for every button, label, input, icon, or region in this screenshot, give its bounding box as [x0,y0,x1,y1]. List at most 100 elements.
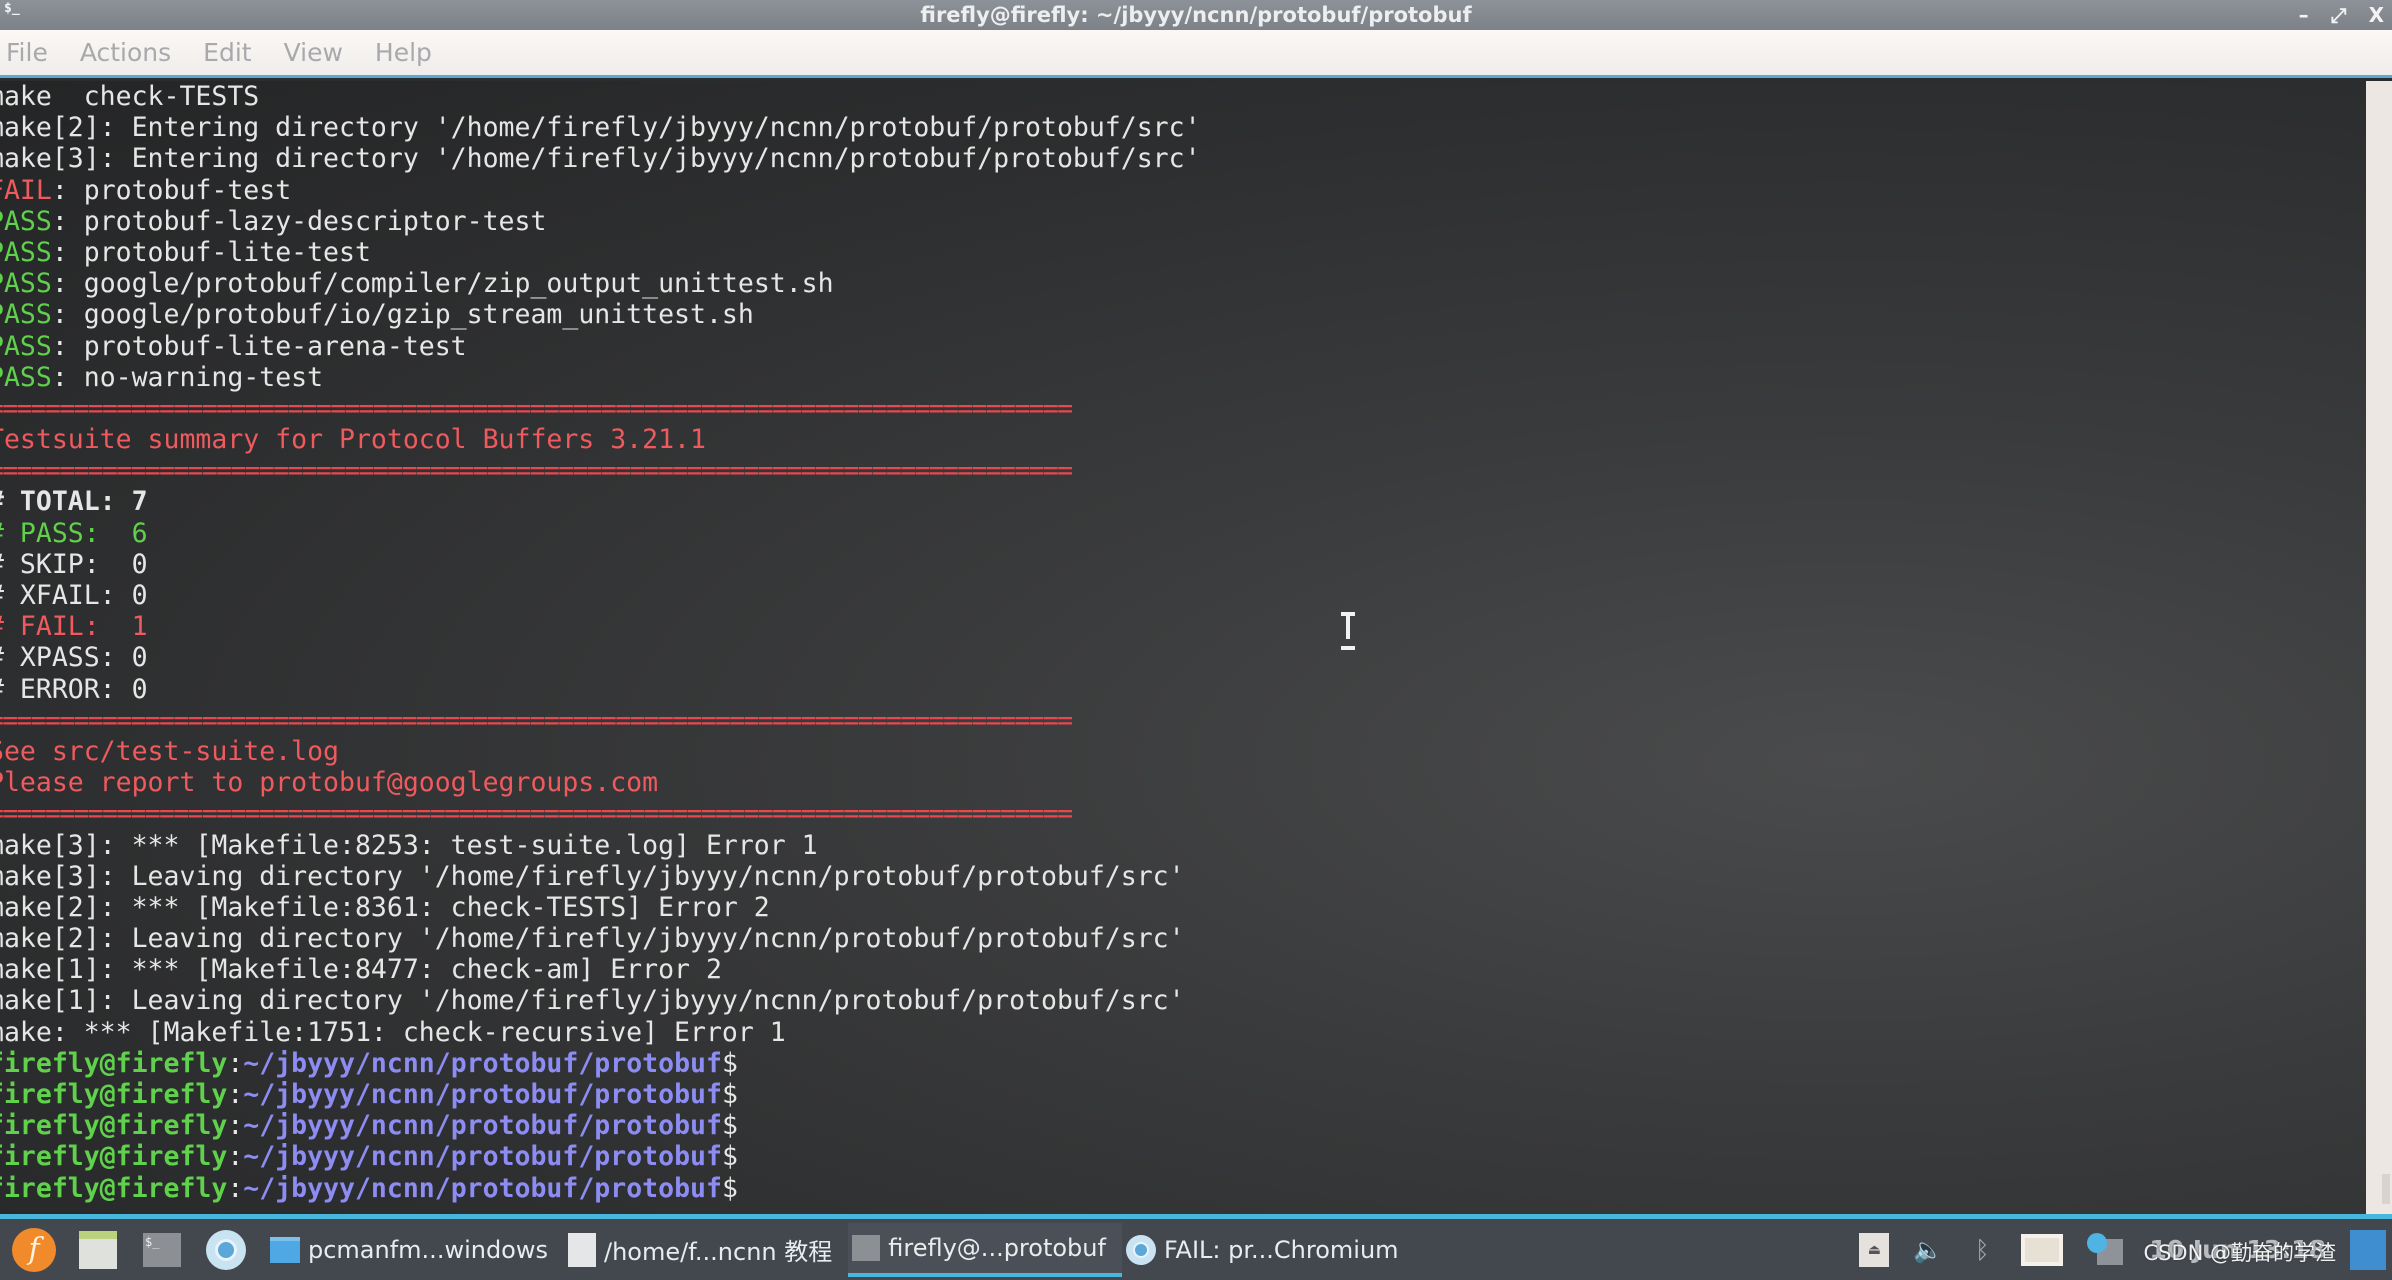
terminal-line: make[2]: Entering directory '/home/firef… [0,112,2366,143]
minimize-button[interactable]: – [2299,3,2309,27]
terminal-text: $ [721,1079,738,1110]
terminal-text: : no-warning-test [51,361,324,393]
terminal-text: : protobuf-lazy-descriptor-test [51,205,547,237]
task-pcmanfm[interactable]: pcmanfm...windows [266,1223,564,1277]
terminal-text: : google/protobuf/compiler/zip_output_un… [51,268,834,300]
terminal-text: : google/protobuf/io/gzip_stream_unittes… [51,299,754,331]
terminal-line: firefly@firefly:~/jbyyy/ncnn/protobuf/pr… [0,1173,2366,1204]
file-manager-icon [79,1230,117,1269]
terminal-text: # ERROR: 0 [0,673,148,705]
task-label: FAIL: pr...Chromium [1163,1235,1399,1264]
terminal-line: # FAIL: 1 [0,611,2366,642]
terminal-line: make[3]: Leaving directory '/home/firefl… [0,861,2366,892]
terminal-line: make: *** [Makefile:1751: check-recursiv… [0,1017,2366,1048]
terminal-text: FAIL [0,174,52,206]
terminal-output[interactable]: make check-TESTS make[2]: Entering direct… [0,81,2366,1214]
folder-icon [270,1236,300,1263]
task-document[interactable]: /home/f...ncnn 教程 [564,1223,848,1277]
terminal-text: : [227,1047,244,1079]
terminal-text: make[1]: *** [Makefile:8477: check-am] E… [0,954,722,986]
terminal-text: firefly@firefly [0,1172,228,1204]
separator-line: ========================================… [0,798,1073,830]
terminal-icon: $_ [143,1232,181,1267]
terminal-line: firefly@firefly:~/jbyyy/ncnn/protobuf/pr… [0,1110,2366,1141]
terminal-text: $ [721,1172,738,1204]
terminal-text: : [227,1172,244,1204]
terminal-text: ~/jbyyy/ncnn/protobuf/protobuf [243,1079,722,1110]
task-terminal[interactable]: firefly@...protobuf [848,1222,1122,1277]
terminal-line: FAIL: protobuf-test [0,175,2366,206]
terminal-text: # PASS: 6 [0,517,148,549]
eject-icon[interactable]: ⏏ [1859,1232,1890,1267]
menu-file[interactable]: File [6,38,48,67]
chromium-icon [206,1229,246,1270]
launcher-chromium[interactable] [202,1226,250,1274]
chromium-icon [1125,1234,1156,1265]
task-label: firefly@...protobuf [888,1233,1106,1262]
terminal-text: : [227,1110,244,1142]
terminal-line: make[1]: *** [Makefile:8477: check-am] E… [0,954,2366,985]
terminal-text: ~/jbyyy/ncnn/protobuf/protobuf [243,1047,722,1079]
terminal-line: firefly@firefly:~/jbyyy/ncnn/protobuf/pr… [0,1141,2366,1172]
terminal-text: : [227,1141,244,1173]
terminal-text: ~/jbyyy/ncnn/protobuf/protobuf [243,1172,722,1204]
terminal-line: # XPASS: 0 [0,642,2366,673]
terminal-text: Testsuite summary for Protocol Buffers 3… [0,424,706,456]
terminal-line: PASS: no-warning-test [0,362,2366,393]
task-chromium[interactable]: FAIL: pr...Chromium [1122,1223,1415,1277]
terminal-text: See src/test-suite.log [0,735,339,767]
terminal-text: ~/jbyyy/ncnn/protobuf/protobuf [243,1110,722,1142]
menu-help[interactable]: Help [375,38,432,67]
volume-icon[interactable]: 🔈 [1913,1233,1943,1267]
notification-icon[interactable] [2087,1232,2125,1267]
scrollbar-thumb[interactable] [2382,1174,2390,1204]
terminal-line: Testsuite summary for Protocol Buffers 3… [0,424,2366,455]
terminal-line: ========================================… [0,705,2366,736]
terminal-text: PASS [0,205,52,237]
terminal-line: # PASS: 6 [0,518,2366,549]
bluetooth-icon[interactable]: ᛒ [1967,1233,1997,1267]
terminal-text: make[3]: *** [Makefile:8253: test-suite.… [0,829,818,861]
task-label: pcmanfm...windows [308,1235,548,1264]
launcher-file-manager[interactable] [74,1226,122,1274]
terminal-text: make[2]: Entering directory '/home/firef… [0,112,1201,144]
terminal-line: # TOTAL: 7 [0,486,2366,517]
document-icon [568,1232,596,1267]
terminal-text: firefly@firefly [0,1110,228,1142]
terminal-text: : protobuf-test [51,174,292,206]
terminal-line: PASS: protobuf-lazy-descriptor-test [0,206,2366,237]
terminal-app-icon: $_ [4,1,20,16]
terminal-text: make: *** [Makefile:1751: check-recursiv… [0,1016,786,1048]
terminal-scrollbar[interactable] [2366,81,2392,1214]
show-desktop-button[interactable] [2350,1229,2386,1270]
menu-edit[interactable]: Edit [203,38,251,67]
terminal-icon [852,1234,881,1261]
menu-view[interactable]: View [284,38,343,67]
terminal-text: Please report to protobuf@googlegroups.c… [0,767,659,799]
launcher-terminal[interactable]: $_ [138,1226,186,1274]
terminal-text: # XFAIL: 0 [0,580,148,611]
close-button[interactable]: X [2369,3,2384,27]
terminal-text: PASS [0,268,52,300]
terminal-text: make[3]: Leaving directory '/home/firefl… [0,860,1185,892]
terminal-text: make check-TESTS [0,81,260,112]
network-icon[interactable] [2021,1233,2064,1266]
window-titlebar[interactable]: $_ firefly@firefly: ~/jbyyy/ncnn/protobu… [0,0,2392,30]
separator-line: ========================================… [0,455,1073,487]
terminal-text: PASS [0,236,52,268]
menu-actions[interactable]: Actions [80,38,171,67]
terminal-text: # TOTAL: 7 [0,486,148,518]
terminal-text: PASS [0,361,52,393]
terminal-text: make[1]: Leaving directory '/home/firefl… [0,985,1185,1017]
separator-line: ========================================… [0,392,1073,424]
firefly-logo-icon: f [12,1227,56,1272]
terminal-text: ~/jbyyy/ncnn/protobuf/protobuf [243,1141,722,1173]
launcher-firefly-menu[interactable]: f [10,1226,58,1274]
terminal-line: make check-TESTS [0,81,2366,112]
terminal-text: $ [721,1110,738,1142]
maximize-button[interactable]: ⤢ [2331,3,2347,27]
terminal-line: make[1]: Leaving directory '/home/firefl… [0,985,2366,1016]
terminal-text: # XPASS: 0 [0,642,148,674]
terminal-text: : [227,1079,244,1110]
terminal-line: ========================================… [0,798,2366,829]
